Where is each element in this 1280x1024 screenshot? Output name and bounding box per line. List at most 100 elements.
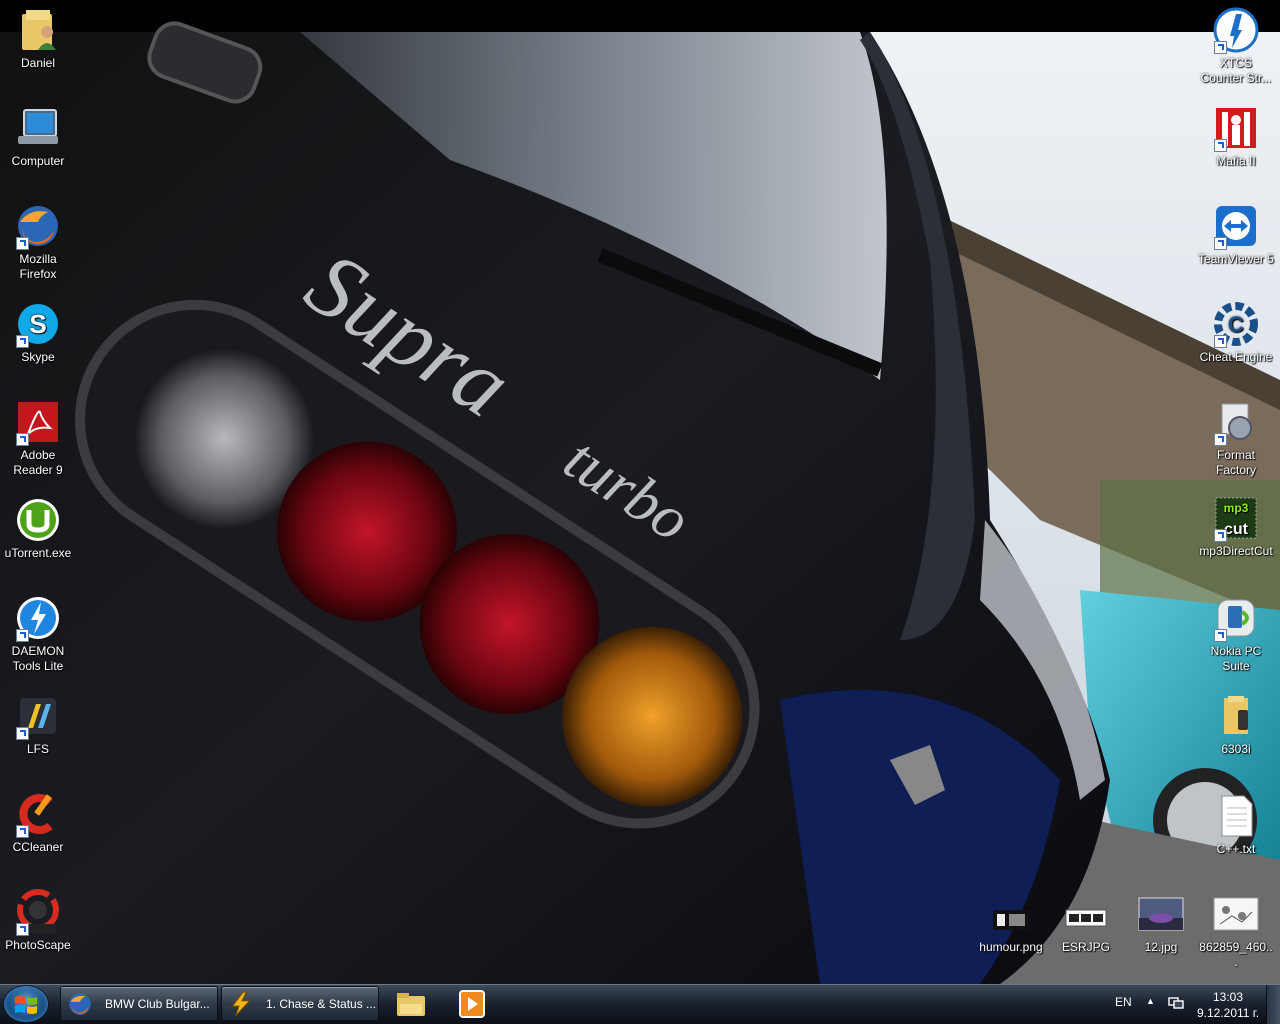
format-factory-icon <box>1212 398 1260 446</box>
desktop-icon-daniel[interactable]: Daniel <box>0 6 76 71</box>
firefox-icon <box>14 202 62 250</box>
show-desktop-button[interactable] <box>1266 985 1280 1024</box>
image-file-icon <box>1062 890 1110 938</box>
mafia-icon <box>1212 104 1260 152</box>
show-hidden-icons-icon[interactable]: ▲ <box>1146 996 1155 1006</box>
taskbar-button-firefox[interactable]: BMW Club Bulgar... <box>60 986 218 1021</box>
shortcut-arrow-icon <box>16 237 29 250</box>
icon-label: PhotoScape <box>5 938 71 952</box>
icon-label: Mozilla Firefox <box>19 252 57 281</box>
icon-label: CCleaner <box>12 840 64 854</box>
taskbar-button-label: 1. Chase & Status ... <box>266 997 377 1011</box>
desktop-icon-adobe-reader[interactable]: Adobe Reader 9 <box>0 398 76 478</box>
user-folder-icon <box>14 6 62 54</box>
icon-label: C++.txt <box>1216 842 1256 856</box>
image-file-icon <box>1137 890 1185 938</box>
icon-label: mp3DirectCut <box>1199 544 1273 558</box>
icon-label: 862859_460... <box>1199 940 1273 969</box>
image-file-icon <box>987 890 1035 938</box>
counter-strike-icon <box>1212 6 1260 54</box>
svg-text:mp3: mp3 <box>1224 501 1249 515</box>
shortcut-arrow-icon <box>1214 529 1227 542</box>
desktop-icon-firefox[interactable]: Mozilla Firefox <box>0 202 76 282</box>
mp3directcut-icon: mp3 cut <box>1212 494 1260 542</box>
language-indicator[interactable]: EN <box>1115 995 1132 1009</box>
shortcut-arrow-icon <box>1214 335 1227 348</box>
desktop-icon-6303i-folder[interactable]: 6303i <box>1198 692 1274 757</box>
desktop-icon-format-factory[interactable]: Format Factory <box>1198 398 1274 478</box>
shortcut-arrow-icon <box>16 825 29 838</box>
icon-label: Adobe Reader 9 <box>13 448 63 477</box>
taskbar-button-winamp[interactable]: 1. Chase & Status ... <box>221 986 379 1021</box>
shortcut-arrow-icon <box>16 433 29 446</box>
ccleaner-icon <box>14 790 62 838</box>
icon-label: TeamViewer 5 <box>1198 252 1274 266</box>
icon-label: Cheat Engine <box>1199 350 1273 364</box>
desktop-icon-cpp-txt[interactable]: C++.txt <box>1198 792 1274 857</box>
icon-label: DAEMON Tools Lite <box>11 644 65 673</box>
nokia-pc-suite-icon <box>1212 594 1260 642</box>
svg-text:cut: cut <box>1224 521 1249 538</box>
shortcut-arrow-icon <box>1214 433 1227 446</box>
desktop-icon-utorrent[interactable]: uTorrent.exe <box>0 496 76 561</box>
clock-time[interactable]: 13:03 <box>1193 990 1263 1004</box>
desktop-wallpaper[interactable]: Supra turbo <box>0 0 1280 1024</box>
desktop-icon-ccleaner[interactable]: CCleaner <box>0 790 76 855</box>
folder-icon <box>1212 692 1260 740</box>
desktop-icon-nokia-pc-suite[interactable]: Nokia PC Suite <box>1198 594 1274 674</box>
shortcut-arrow-icon <box>1214 139 1227 152</box>
desktop-icon-counter-strike[interactable]: XTCS Counter Str... <box>1198 6 1274 86</box>
icon-label: Nokia PC Suite <box>1210 644 1262 673</box>
desktop-icon-photoscape[interactable]: PhotoScape <box>0 888 76 953</box>
start-button[interactable] <box>4 986 48 1022</box>
desktop-icon-lfs[interactable]: LFS <box>0 692 76 757</box>
utorrent-icon <box>14 496 62 544</box>
clock-date[interactable]: 9.12.2011 г. <box>1193 1006 1263 1020</box>
firefox-icon <box>69 993 91 1015</box>
desktop-icon-skype[interactable]: S Skype <box>0 300 76 365</box>
desktop-icon-computer[interactable]: Computer <box>0 104 76 169</box>
desktop-icon-teamviewer[interactable]: TeamViewer 5 <box>1198 202 1274 267</box>
icon-label: Computer <box>11 154 65 168</box>
shortcut-arrow-icon <box>1214 41 1227 54</box>
icon-label: Daniel <box>20 56 56 70</box>
desktop-icon-862859[interactable]: 862859_460... <box>1198 890 1274 970</box>
icon-label: Skype <box>21 350 55 364</box>
shortcut-arrow-icon <box>16 923 29 936</box>
svg-text:C: C <box>1228 312 1244 337</box>
image-file-icon <box>1212 890 1260 938</box>
icon-label: Format Factory <box>1215 448 1256 477</box>
icon-label: 12.jpg <box>1144 940 1178 954</box>
desktop-icon-esrjpg[interactable]: ESRJPG <box>1048 890 1124 955</box>
windows-logo-icon <box>15 996 37 1014</box>
desktop-icon-daemon-tools[interactable]: DAEMON Tools Lite <box>0 594 76 674</box>
icon-label: ESRJPG <box>1061 940 1110 954</box>
photoscape-icon <box>14 888 62 936</box>
text-file-icon <box>1212 792 1260 840</box>
shortcut-arrow-icon <box>1214 629 1227 642</box>
desktop-icon-humour-png[interactable]: humour.png <box>973 890 1049 955</box>
shortcut-arrow-icon <box>1214 237 1227 250</box>
taskbar-button-label: BMW Club Bulgar... <box>105 997 210 1011</box>
icon-label: uTorrent.exe <box>4 546 72 560</box>
desktop-icon-cheat-engine[interactable]: C Cheat Engine <box>1198 300 1274 365</box>
shortcut-arrow-icon <box>16 727 29 740</box>
icon-label: LFS <box>26 742 49 756</box>
desktop-icon-12-jpg[interactable]: 12.jpg <box>1123 890 1199 955</box>
adobe-reader-icon <box>14 398 62 446</box>
computer-icon <box>14 104 62 152</box>
media-player-icon[interactable] <box>455 988 489 1020</box>
desktop-icon-mp3directcut[interactable]: mp3 cut mp3DirectCut <box>1198 494 1274 559</box>
skype-icon: S <box>14 300 62 348</box>
daemon-tools-icon <box>14 594 62 642</box>
network-icon[interactable] <box>1168 996 1184 1010</box>
icon-label: humour.png <box>979 940 1043 954</box>
shortcut-arrow-icon <box>16 335 29 348</box>
desktop-icon-mafia[interactable]: Mafia II <box>1198 104 1274 169</box>
cheat-engine-icon: C <box>1212 300 1260 348</box>
windows-explorer-icon[interactable] <box>394 988 428 1020</box>
shortcut-arrow-icon <box>16 629 29 642</box>
winamp-icon <box>231 991 251 1017</box>
icon-label: XTCS Counter Str... <box>1200 56 1272 85</box>
svg-text:S: S <box>29 309 46 339</box>
